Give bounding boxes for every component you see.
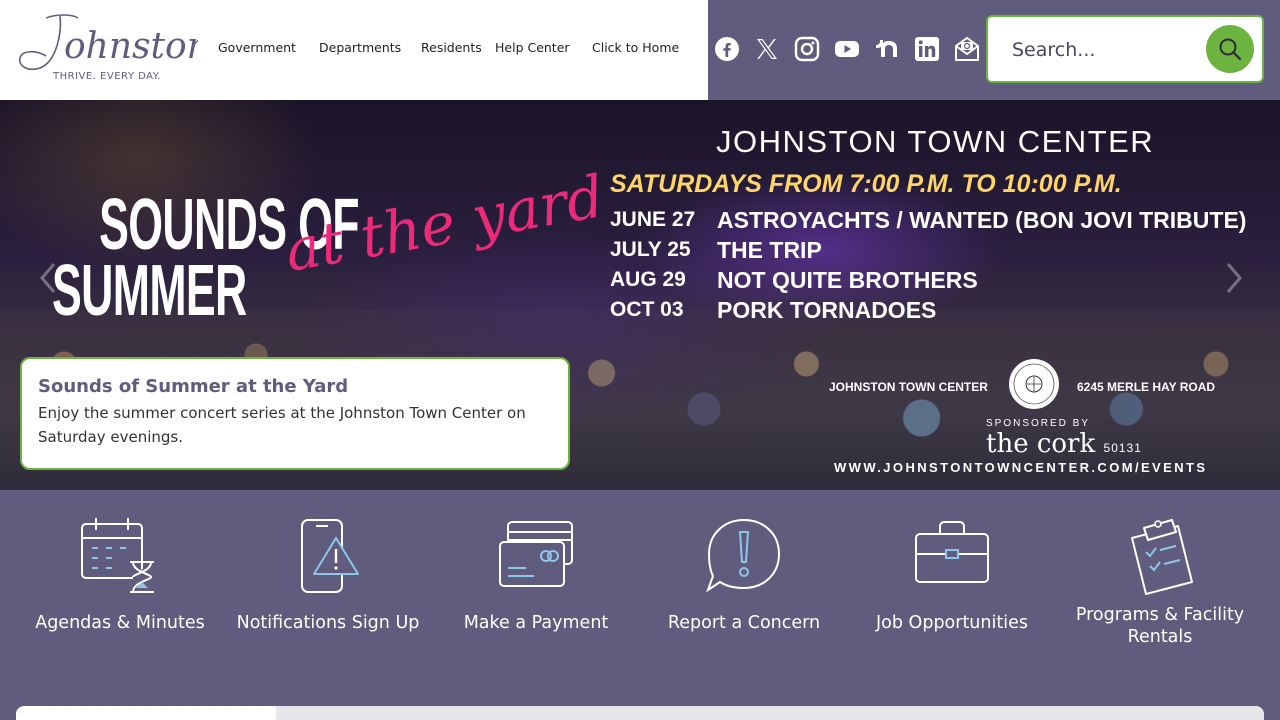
hero-sponsored-by: SPONSORED BY (986, 418, 1091, 429)
chevron-left-icon (40, 263, 56, 293)
main-nav: Government Departments Residents Help Ce… (0, 40, 708, 60)
facebook-icon[interactable] (714, 36, 740, 62)
event-date: AUG 29 (610, 268, 686, 291)
quick-link-label: Make a Payment (463, 613, 609, 633)
caption-title[interactable]: Sounds of Summer at the Yard (38, 375, 552, 399)
quick-link-label: Job Opportunities (876, 613, 1028, 633)
event-date: JULY 25 (610, 238, 691, 261)
quick-link-notifications[interactable]: Notifications Sign Up (224, 490, 432, 670)
carousel-next-button[interactable] (1218, 260, 1248, 296)
search-icon (1219, 38, 1242, 61)
hero-schedule: SATURDAYS FROM 7:00 P.M. TO 10:00 P.M. (610, 170, 1122, 198)
x-twitter-icon[interactable] (754, 36, 780, 62)
nav-item-click-to-home[interactable]: Click to Home (592, 40, 679, 55)
phone-alert-icon (301, 519, 359, 593)
chevron-right-icon (1226, 263, 1242, 293)
hero-location-name: JOHNSTON TOWN CENTER (829, 380, 988, 394)
caption-text: Enjoy the summer concert series at the J… (38, 404, 526, 446)
quick-link-payment[interactable]: Make a Payment (432, 490, 640, 670)
quick-link-jobs[interactable]: Job Opportunities (848, 490, 1056, 670)
sponsor-zip: 50131 (1103, 441, 1142, 455)
calendar-hourglass-icon (81, 518, 154, 593)
content-tab[interactable] (16, 706, 276, 720)
sponsor-name: the cork (986, 429, 1096, 459)
nav-item-help-center[interactable]: Help Center (495, 40, 570, 55)
quick-link-label: Notifications Sign Up (236, 613, 420, 633)
hero-carousel[interactable]: SOUNDS OF SUMMER at the yard JOHNSTON TO… (0, 100, 1280, 490)
nav-item-departments[interactable]: Departments (319, 40, 401, 55)
logo-tagline: THRIVE. EVERY DAY. (53, 71, 161, 82)
nav-item-government[interactable]: Government (218, 40, 296, 55)
quick-link-report-concern[interactable]: Report a Concern (640, 490, 848, 670)
event-date: JUNE 27 (610, 208, 696, 231)
search-button[interactable] (1206, 25, 1254, 73)
search-input[interactable] (1012, 35, 1192, 65)
youtube-icon[interactable] (834, 36, 860, 62)
linkedin-icon[interactable] (914, 36, 940, 62)
instagram-icon[interactable] (794, 36, 820, 62)
event-band: ASTROYACHTS / WANTED (BON JOVI TRIBUTE) (717, 207, 1247, 233)
content-panel-top (276, 706, 1264, 720)
hero-venue: JOHNSTON TOWN CENTER (716, 124, 1155, 159)
event-band: PORK TORNADOES (717, 297, 937, 323)
site-header: ohnston THRIVE. EVERY DAY. Government De… (0, 0, 1280, 100)
hero-caption-card[interactable]: Sounds of Summer at the Yard Enjoy the s… (20, 357, 570, 470)
event-date: OCT 03 (610, 298, 684, 321)
nextdoor-icon[interactable] (874, 36, 900, 62)
nav-item-residents[interactable]: Residents (421, 40, 482, 55)
clipboard-icon (1131, 519, 1193, 595)
event-band: NOT QUITE BROTHERS (717, 267, 978, 293)
hero-address: 6245 MERLE HAY ROAD (1077, 380, 1216, 394)
quick-links: Agendas & Minutes Notifications Sign Up … (0, 490, 1280, 720)
hero-website: WWW.JOHNSTONTOWNCENTER.COM/EVENTS (834, 460, 1208, 475)
quick-link-label: Report a Concern (667, 613, 821, 633)
quick-link-agendas[interactable]: Agendas & Minutes (16, 490, 224, 670)
email-newsletter-icon[interactable] (954, 36, 980, 62)
carousel-prev-button[interactable] (34, 260, 64, 296)
event-band: THE TRIP (717, 237, 822, 263)
quick-link-programs[interactable]: Programs & Facility Rentals (1056, 490, 1264, 670)
search-box (986, 15, 1264, 83)
town-center-seal-icon (1009, 359, 1059, 409)
quick-link-label: Programs & Facility Rentals (1075, 605, 1245, 647)
exclamation-bubble-icon (706, 518, 781, 593)
credit-card-icon (499, 521, 573, 587)
header-white-panel: ohnston THRIVE. EVERY DAY. Government De… (0, 0, 708, 100)
briefcase-icon (915, 521, 989, 583)
hero-sponsor: the cork 50131 (986, 429, 1142, 459)
quick-link-label: Agendas & Minutes (35, 613, 205, 633)
